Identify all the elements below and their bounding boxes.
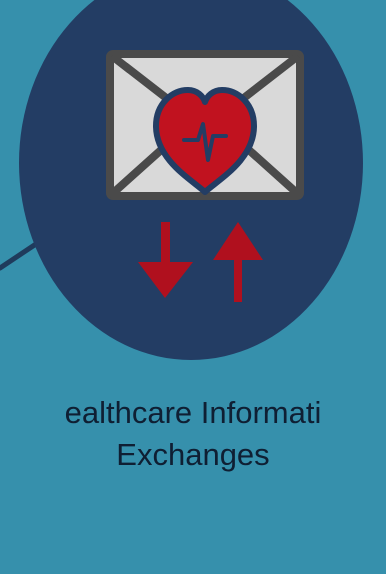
caption: ealthcare Informati Exchanges [0, 392, 386, 476]
caption-line-2: Exchanges [116, 437, 270, 472]
arrow-down-icon [138, 222, 193, 298]
exchange-card: ealthcare Informati Exchanges [0, 0, 386, 574]
arrow-up-icon [213, 222, 263, 302]
caption-line-1: ealthcare Informati [64, 395, 322, 430]
health-information-exchange-icon [106, 50, 304, 302]
